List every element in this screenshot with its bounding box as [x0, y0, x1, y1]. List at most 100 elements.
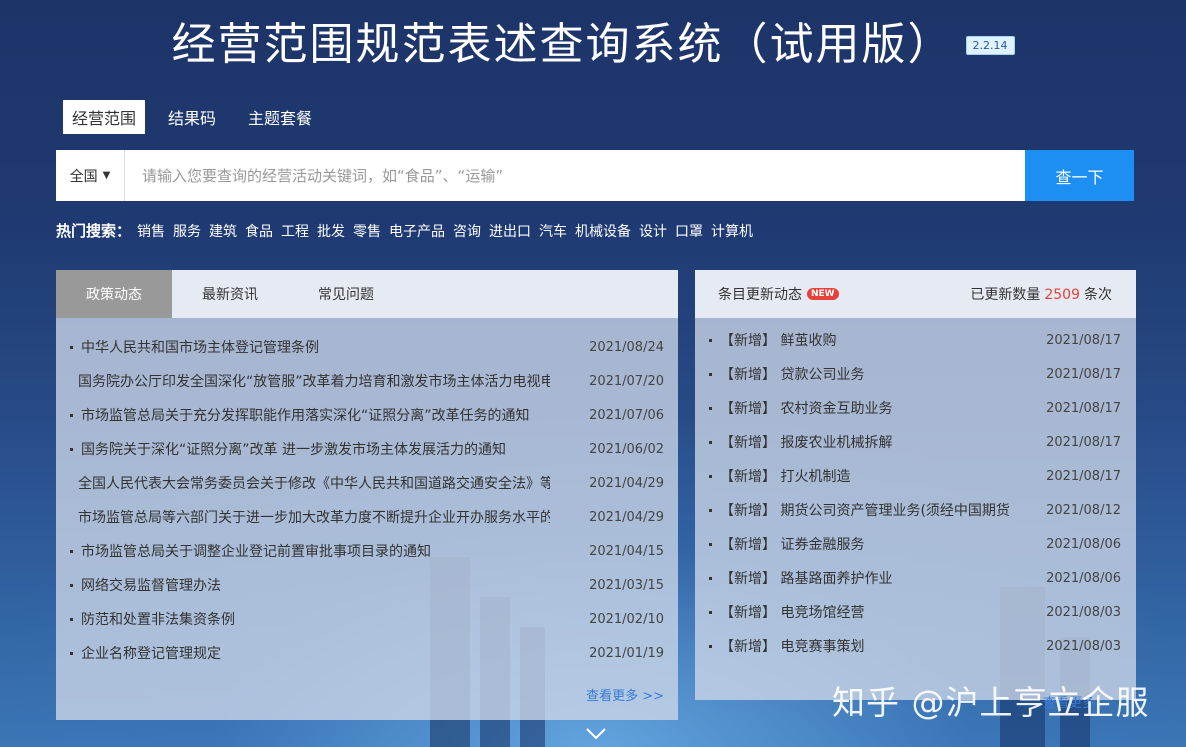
hot-search-label: 热门搜索： [56, 222, 132, 240]
item-title: 【新增】 报废农业机械拆解 [720, 435, 893, 451]
item-date: 2021/08/03 [1046, 604, 1121, 620]
bullet-icon [70, 583, 73, 587]
bullet-icon [70, 617, 73, 621]
tab-latest-info[interactable]: 最新资讯 [172, 270, 288, 318]
item-date: 2021/08/17 [1046, 468, 1121, 484]
list-item[interactable]: 市场监管总局关于调整企业登记前置审批事项目录的通知 2021/04/15 [56, 534, 678, 568]
item-title: 全国人民代表大会常务委员会关于修改《中华人民共和国道路交通安全法》等 [78, 476, 550, 492]
bullet-icon [709, 542, 712, 546]
hot-search-item[interactable]: 服务 [173, 221, 201, 241]
tab-policy-news[interactable]: 政策动态 [56, 270, 172, 318]
header: 经营范围规范表述查询系统（试用版） 2.2.14 [0, 8, 1186, 72]
hot-search-item[interactable]: 咨询 [453, 221, 481, 241]
search-tabs: 经营范围 结果码 主题套餐 [63, 100, 335, 134]
caret-down-icon: ▼ [102, 170, 111, 181]
list-item[interactable]: 【新增】 鲜茧收购 2021/08/17 [695, 323, 1136, 357]
region-select[interactable]: 全国 ▼ [56, 150, 125, 201]
item-title: 中华人民共和国市场主体登记管理条例 [81, 340, 319, 356]
policy-panel-tabs: 政策动态 最新资讯 常见问题 [56, 270, 678, 318]
bullet-icon [709, 644, 712, 648]
item-title: 【新增】 农村资金互助业务 [720, 401, 893, 417]
tab-faq[interactable]: 常见问题 [288, 270, 404, 318]
item-date: 2021/08/17 [1046, 400, 1121, 416]
policy-panel: 政策动态 最新资讯 常见问题 中华人民共和国市场主体登记管理条例 2021/08/… [56, 270, 678, 720]
new-badge: NEW [807, 288, 839, 300]
item-date: 2021/04/15 [589, 543, 664, 559]
item-title: 【新增】 电竞赛事策划 [720, 639, 865, 655]
hot-search-item[interactable]: 机械设备 [575, 221, 631, 241]
bullet-icon [709, 406, 712, 410]
hot-search-item[interactable]: 食品 [245, 221, 273, 241]
item-date: 2021/04/29 [589, 475, 664, 491]
list-item[interactable]: 市场监管总局关于充分发挥职能作用落实深化“证照分离”改革任务的通知 2021/07… [56, 398, 678, 432]
hot-search-item[interactable]: 计算机 [711, 221, 753, 241]
count-unit: 条次 [1084, 287, 1112, 303]
updates-list: 【新增】 鲜茧收购 2021/08/17 【新增】 贷款公司业务 2021/08/1… [695, 318, 1136, 663]
count-label: 已更新数量 [970, 287, 1041, 303]
bullet-icon [70, 413, 73, 417]
hot-search-item[interactable]: 销售 [137, 221, 165, 241]
item-title: 【新增】 电竞场馆经营 [720, 605, 865, 621]
bullet-icon [709, 610, 712, 614]
policy-list: 中华人民共和国市场主体登记管理条例 2021/08/24 国务院办公厅印发全国深化… [56, 318, 678, 670]
item-date: 2021/02/10 [589, 611, 664, 627]
list-item[interactable]: 【新增】 报废农业机械拆解 2021/08/17 [695, 425, 1136, 459]
hot-search-item[interactable]: 工程 [281, 221, 309, 241]
update-count: 已更新数量 2509 条次 [970, 284, 1112, 304]
item-title: 【新增】 打火机制造 [720, 469, 851, 485]
list-item[interactable]: 防范和处置非法集资条例 2021/02/10 [56, 602, 678, 636]
hot-search-item[interactable]: 批发 [317, 221, 345, 241]
list-item[interactable]: 【新增】 期货公司资产管理业务(须经中国期货 2021/08/12 [695, 493, 1136, 527]
hot-search-item[interactable]: 进出口 [489, 221, 531, 241]
hot-search-item[interactable]: 零售 [353, 221, 381, 241]
list-item[interactable]: 【新增】 贷款公司业务 2021/08/17 [695, 357, 1136, 391]
list-item[interactable]: 国务院办公厅印发全国深化“放管服”改革着力培育和激发市场主体活力电视电 2021/… [56, 364, 678, 398]
list-item[interactable]: 【新增】 打火机制造 2021/08/17 [695, 459, 1136, 493]
item-title: 国务院关于深化“证照分离”改革 进一步激发市场主体发展活力的通知 [81, 442, 506, 458]
hot-search-item[interactable]: 设计 [639, 221, 667, 241]
hot-search-item[interactable]: 建筑 [209, 221, 237, 241]
view-more-link[interactable]: 查看更多 >> [586, 685, 664, 704]
list-item[interactable]: 国务院关于深化“证照分离”改革 进一步激发市场主体发展活力的通知 2021/06/… [56, 432, 678, 466]
item-date: 2021/08/17 [1046, 366, 1121, 382]
list-item[interactable]: 市场监管总局等六部门关于进一步加大改革力度不断提升企业开办服务水平的 2021/0… [56, 500, 678, 534]
hot-search-item[interactable]: 电子产品 [389, 221, 445, 241]
item-date: 2021/08/06 [1046, 570, 1121, 586]
list-item[interactable]: 【新增】 电竞赛事策划 2021/08/03 [695, 629, 1136, 663]
item-title: 【新增】 路基路面养护作业 [720, 571, 893, 587]
updates-panel: 条目更新动态 NEW 已更新数量 2509 条次 【新增】 鲜茧收购 2021/08/… [695, 270, 1136, 700]
chevron-down-icon[interactable] [584, 724, 608, 744]
item-date: 2021/08/17 [1046, 332, 1121, 348]
item-date: 2021/06/02 [589, 441, 664, 457]
search-button[interactable]: 查一下 [1025, 150, 1134, 201]
count-value: 2509 [1044, 287, 1080, 303]
item-date: 2021/08/17 [1046, 434, 1121, 450]
item-date: 2021/08/03 [1046, 638, 1121, 654]
list-item[interactable]: 【新增】 证券金融服务 2021/08/06 [695, 527, 1136, 561]
search-tab-result-code[interactable]: 结果码 [159, 100, 225, 134]
search-input[interactable] [125, 150, 1025, 201]
hot-search: 热门搜索： 销售 服务 建筑 食品 工程 批发 零售 电子产品 咨询 进出口 汽… [56, 220, 761, 241]
item-date: 2021/08/12 [1046, 502, 1121, 518]
list-item[interactable]: 企业名称登记管理规定 2021/01/19 [56, 636, 678, 670]
item-title: 市场监管总局关于调整企业登记前置审批事项目录的通知 [81, 544, 431, 560]
list-item[interactable]: 全国人民代表大会常务委员会关于修改《中华人民共和国道路交通安全法》等 2021/0… [56, 466, 678, 500]
list-item[interactable]: 【新增】 农村资金互助业务 2021/08/17 [695, 391, 1136, 425]
item-title: 【新增】 鲜茧收购 [720, 333, 837, 349]
search-tab-business-scope[interactable]: 经营范围 [63, 100, 146, 134]
hot-search-item[interactable]: 汽车 [539, 221, 567, 241]
hot-search-item[interactable]: 口罩 [675, 221, 703, 241]
bullet-icon [709, 508, 712, 512]
updates-panel-header: 条目更新动态 NEW 已更新数量 2509 条次 [695, 270, 1136, 318]
list-item[interactable]: 网络交易监督管理办法 2021/03/15 [56, 568, 678, 602]
item-date: 2021/08/24 [589, 339, 664, 355]
list-item[interactable]: 【新增】 路基路面养护作业 2021/08/06 [695, 561, 1136, 595]
page-title: 经营范围规范表述查询系统（试用版） [171, 19, 954, 70]
bullet-icon [70, 651, 73, 655]
item-date: 2021/07/20 [589, 373, 664, 389]
search-tab-theme-package[interactable]: 主题套餐 [239, 100, 321, 134]
item-date: 2021/03/15 [589, 577, 664, 593]
list-item[interactable]: 中华人民共和国市场主体登记管理条例 2021/08/24 [56, 330, 678, 364]
watermark: 知乎 @沪上亨立企服 [832, 683, 1150, 722]
list-item[interactable]: 【新增】 电竞场馆经营 2021/08/03 [695, 595, 1136, 629]
